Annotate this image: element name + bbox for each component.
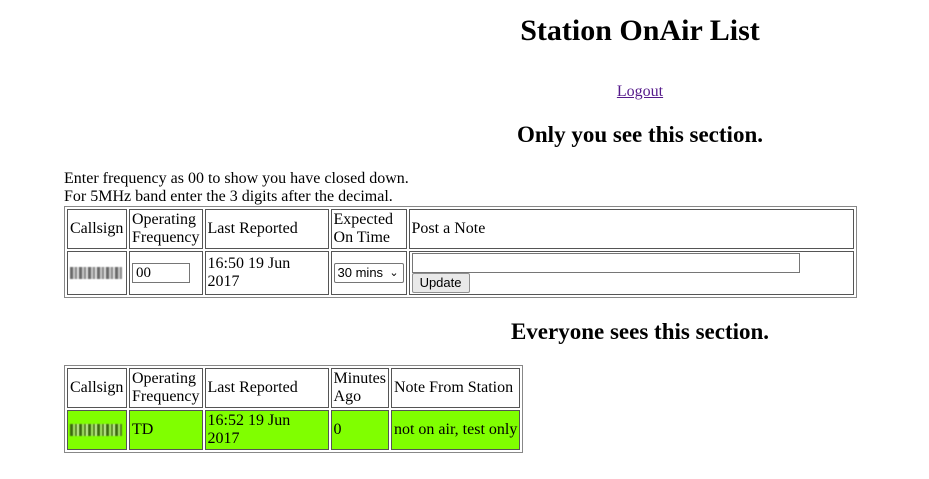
header-minutes-ago: Minutes Ago (330, 368, 389, 408)
public-station-table: Callsign Operating Frequency Last Report… (64, 365, 524, 453)
chevron-down-icon: ⌄ (389, 267, 399, 279)
table-row: TD 16:52 19 Jun 2017 0 not on air, test … (67, 410, 521, 450)
callsign-redacted (70, 424, 122, 437)
callsign-cell (67, 251, 127, 295)
header-note-from-station: Note From Station (390, 368, 521, 408)
frequency-cell: TD (129, 410, 203, 450)
callsign-redacted (70, 267, 122, 280)
note-cell: not on air, test only (390, 410, 521, 450)
expected-on-time-value: 30 mins (337, 265, 384, 280)
private-station-table: Callsign Operating Frequency Last Report… (64, 206, 857, 298)
expected-on-time-cell: 30 mins ⌄ (330, 251, 407, 295)
header-last-reported: Last Reported (204, 209, 329, 249)
header-callsign: Callsign (67, 368, 127, 408)
header-last-reported: Last Reported (204, 368, 329, 408)
expected-on-time-select[interactable]: 30 mins ⌄ (333, 263, 404, 283)
page-title: Station OnAir List (520, 14, 760, 47)
private-section-heading: Only you see this section. (517, 122, 763, 147)
note-input[interactable] (411, 253, 800, 273)
header-expected-on-time: Expected On Time (330, 209, 407, 249)
private-table-header: Callsign Operating Frequency Last Report… (67, 209, 854, 249)
minutes-ago-cell: 0 (330, 410, 389, 450)
last-reported-cell: 16:50 19 Jun 2017 (204, 251, 329, 295)
private-table-row: 16:50 19 Jun 2017 30 mins ⌄ Update (67, 251, 854, 295)
post-note-cell: Update (408, 251, 854, 295)
public-section-heading: Everyone sees this section. (510, 319, 770, 344)
header-operating-frequency: Operating Frequency (129, 368, 203, 408)
frequency-cell (129, 251, 203, 295)
header-callsign: Callsign (67, 209, 127, 249)
update-button[interactable]: Update (411, 273, 470, 293)
instruction-line-2: For 5MHz band enter the 3 digits after t… (64, 188, 393, 205)
frequency-input[interactable] (132, 263, 190, 283)
header-operating-frequency: Operating Frequency (129, 209, 203, 249)
logout-link[interactable]: Logout (590, 83, 690, 101)
public-table-header: Callsign Operating Frequency Last Report… (67, 368, 521, 408)
callsign-cell (67, 410, 127, 450)
instruction-line-1: Enter frequency as 00 to show you have c… (64, 170, 409, 187)
last-reported-cell: 16:52 19 Jun 2017 (204, 410, 329, 450)
header-post-a-note: Post a Note (408, 209, 854, 249)
